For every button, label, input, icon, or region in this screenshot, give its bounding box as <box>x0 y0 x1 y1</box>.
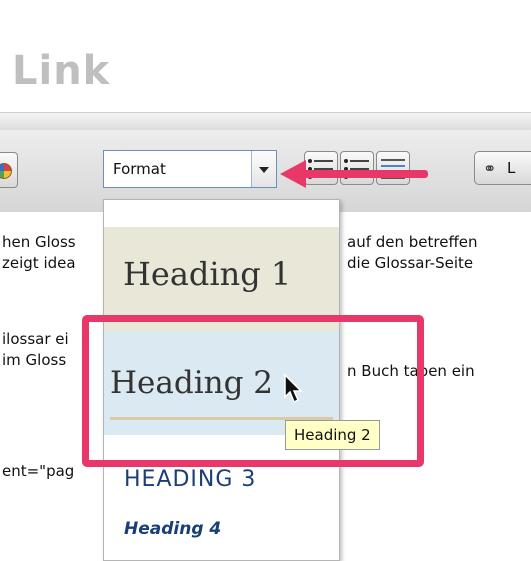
annotation-arrow-head <box>280 160 306 188</box>
indent-list-button[interactable] <box>376 151 410 185</box>
numbered-list-button[interactable] <box>304 151 338 185</box>
format-select[interactable]: Format <box>103 150 277 188</box>
tooltip: Heading 2 <box>285 420 380 450</box>
link-icon: ⚭ <box>483 159 497 178</box>
menu-item-label: HEADING 3 <box>124 467 257 492</box>
chevron-down-icon[interactable] <box>251 151 276 187</box>
editor-line: ent="pag <box>2 462 75 480</box>
editor-line: ilossar ei <box>2 330 69 348</box>
editor-line: die Glossar-Seite <box>347 254 474 272</box>
link-button[interactable]: ⚭ L <box>474 151 531 185</box>
bullet-list-button[interactable] <box>340 151 374 185</box>
annotation-arrow <box>298 170 428 178</box>
menu-item-label: Heading 4 <box>124 519 222 539</box>
link-button-label: L <box>507 159 516 177</box>
menu-item-label: Heading 1 <box>123 255 292 293</box>
menu-item-heading-4[interactable]: Heading 4 <box>104 505 339 545</box>
editor-line: im Gloss <box>2 351 67 369</box>
editor-line: auf den betreffen <box>347 233 478 251</box>
page-title: Link <box>12 48 111 94</box>
pointer-cursor-icon <box>284 373 303 404</box>
editor-line: zeigt idea <box>2 254 76 272</box>
editor-line: hen Gloss <box>2 233 76 251</box>
toolbar-top-border <box>0 112 531 131</box>
format-select-value: Format <box>113 160 166 178</box>
